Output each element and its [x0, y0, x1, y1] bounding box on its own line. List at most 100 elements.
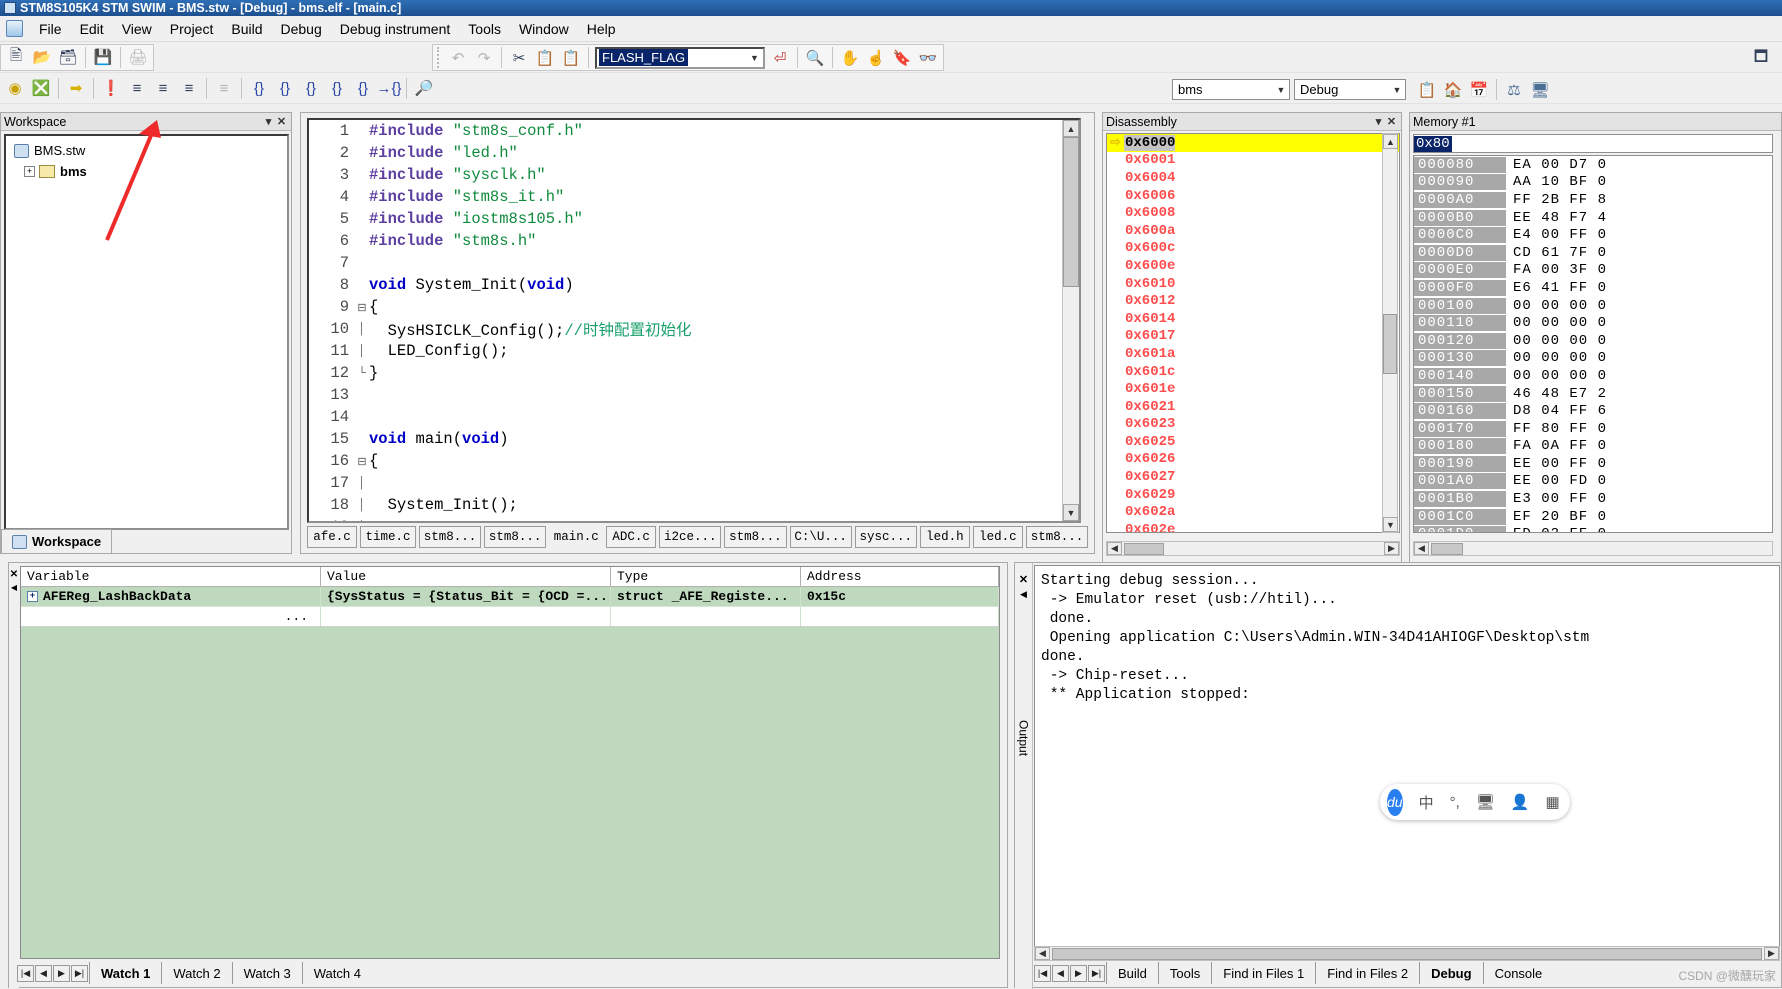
- code-line[interactable]: 5#include "iostm8s105.h": [309, 208, 1062, 230]
- column-header-value[interactable]: Value: [321, 567, 611, 586]
- memory-row[interactable]: 000090AA 10 BF 0: [1414, 174, 1772, 192]
- user-icon[interactable]: 👤: [1511, 793, 1530, 811]
- output-nav-button[interactable]: ▶: [1070, 965, 1087, 982]
- editor-tab[interactable]: stm8...: [484, 526, 546, 548]
- fold-marker-icon[interactable]: └: [355, 367, 369, 379]
- editor-vertical-scrollbar[interactable]: ▲ ▼: [1062, 120, 1079, 521]
- disassembly-row[interactable]: 0x6008c: [1107, 204, 1399, 222]
- toolbar-grip[interactable]: [437, 47, 441, 68]
- print-icon[interactable]: 🖨: [125, 45, 151, 70]
- code-lines[interactable]: 1#include "stm8s_conf.h"2#include "led.h…: [309, 120, 1062, 521]
- collapse-icon[interactable]: ◀: [1015, 589, 1032, 600]
- menu-debug-instrument[interactable]: Debug instrument: [331, 18, 460, 40]
- output-nav-button[interactable]: ▶|: [1088, 965, 1105, 982]
- workspace-icon[interactable]: 📋: [1414, 77, 1440, 102]
- find-next-icon[interactable]: ⏎: [767, 45, 793, 70]
- step-into-source-icon[interactable]: ≡: [150, 76, 176, 101]
- restart-icon[interactable]: {}: [350, 76, 376, 101]
- view-icon[interactable]: 👓: [915, 45, 941, 70]
- watch-nav-button[interactable]: ◀: [35, 965, 52, 982]
- find-combo[interactable]: FLASH_FLAG ▼: [595, 47, 765, 69]
- code-line[interactable]: 18│ System_Init();: [309, 494, 1062, 516]
- scroll-up-icon[interactable]: ▲: [1063, 120, 1079, 137]
- scroll-right-icon[interactable]: ▶: [1764, 947, 1779, 960]
- code-line[interactable]: 15void main(void): [309, 428, 1062, 450]
- memory-row[interactable]: 0001B0E3 00 FF 0: [1414, 490, 1772, 508]
- tools-icon[interactable]: ⚖: [1501, 77, 1527, 102]
- tab-workspace[interactable]: Workspace: [1, 529, 112, 553]
- watch-grid[interactable]: Variable Value Type Address +AFEReg_Lash…: [20, 566, 1000, 959]
- scrollbar-thumb[interactable]: [1383, 314, 1397, 374]
- watch-row-empty[interactable]: ...: [21, 607, 999, 627]
- output-tab[interactable]: Tools: [1158, 962, 1211, 984]
- code-line[interactable]: 4#include "stm8s_it.h": [309, 186, 1062, 208]
- menu-project[interactable]: Project: [161, 18, 223, 40]
- disassembly-row[interactable]: 0x6006c: [1107, 187, 1399, 205]
- editor-tab[interactable]: main.c: [549, 526, 603, 548]
- expand-icon[interactable]: +: [27, 591, 38, 602]
- chevron-down-icon[interactable]: ▼: [746, 53, 763, 63]
- disassembly-row[interactable]: 0x600cc: [1107, 240, 1399, 258]
- memory-row[interactable]: 000160D8 04 FF 6: [1414, 402, 1772, 420]
- memory-row[interactable]: 0001A0EE 00 FD 0: [1414, 473, 1772, 491]
- column-header-type[interactable]: Type: [611, 567, 801, 586]
- disassembly-row[interactable]: 0x6014c: [1107, 310, 1399, 328]
- undo-icon[interactable]: ↶: [445, 45, 471, 70]
- run-icon[interactable]: ➡: [63, 76, 89, 101]
- memory-row[interactable]: 0000A0FF 2B FF 8: [1414, 191, 1772, 209]
- editor-tab[interactable]: i2ce...: [659, 526, 721, 548]
- watch-nav-button[interactable]: ▶: [53, 965, 70, 982]
- memory-row[interactable]: 0000E0FA 00 3F 0: [1414, 262, 1772, 280]
- output-tab[interactable]: Debug: [1419, 962, 1482, 984]
- minimize-icon[interactable]: ▾: [262, 115, 275, 128]
- watch-nav-button[interactable]: ▶|: [71, 965, 88, 982]
- memory-row[interactable]: 00012000 00 00 0: [1414, 332, 1772, 350]
- menu-debug[interactable]: Debug: [272, 18, 331, 40]
- scroll-down-icon[interactable]: ▼: [1063, 504, 1079, 521]
- fold-marker-icon[interactable]: │: [355, 477, 369, 489]
- open-file-icon[interactable]: 📂: [29, 45, 55, 70]
- memory-hex-dump[interactable]: 000080EA 00 D7 0000090AA 10 BF 00000A0FF…: [1413, 155, 1773, 533]
- scrollbar-thumb[interactable]: [1052, 948, 1762, 960]
- scroll-left-icon[interactable]: ◀: [1107, 542, 1122, 555]
- scrollbar-thumb[interactable]: [1124, 543, 1164, 555]
- memory-address-input[interactable]: 0x80: [1413, 134, 1773, 153]
- memory-row[interactable]: 000170FF 80 FF 0: [1414, 420, 1772, 438]
- memory-row[interactable]: 0000F0E6 41 FF 0: [1414, 279, 1772, 297]
- fold-marker-icon[interactable]: ⊟: [355, 301, 369, 314]
- editor-tab[interactable]: stm8...: [419, 526, 481, 548]
- editor-tab[interactable]: led.h: [920, 526, 970, 548]
- code-line[interactable]: 10│ SysHSICLK_Config();//时钟配置初始化: [309, 318, 1062, 340]
- editor-tab[interactable]: ADC.c: [606, 526, 656, 548]
- memory-horizontal-scrollbar[interactable]: ◀: [1413, 541, 1773, 556]
- minimize-icon[interactable]: ▾: [1372, 115, 1385, 128]
- watch-tab[interactable]: Watch 4: [302, 962, 372, 984]
- paste-icon[interactable]: 📋: [558, 45, 584, 70]
- code-line[interactable]: 2#include "led.h": [309, 142, 1062, 164]
- watch-tab[interactable]: Watch 2: [161, 962, 231, 984]
- disassembly-row[interactable]: 0x600ec: [1107, 257, 1399, 275]
- report-icon[interactable]: 🏠: [1440, 77, 1466, 102]
- fold-marker-icon[interactable]: │: [355, 345, 369, 357]
- memory-row[interactable]: 000180FA 0A FF 0: [1414, 438, 1772, 456]
- output-tab[interactable]: Build: [1106, 962, 1158, 984]
- memory-row[interactable]: 000080EA 00 D7 0: [1414, 156, 1772, 174]
- open-workspace-icon[interactable]: 🗃: [55, 45, 81, 70]
- tree-item-workspace[interactable]: BMS.stw: [6, 140, 287, 161]
- step-into-icon[interactable]: {}: [246, 76, 272, 101]
- disassembly-row[interactable]: 0x600ac: [1107, 222, 1399, 240]
- code-line[interactable]: 1#include "stm8s_conf.h": [309, 120, 1062, 142]
- hand-icon[interactable]: ✋: [837, 45, 863, 70]
- menu-view[interactable]: View: [113, 18, 161, 40]
- close-icon[interactable]: ✕: [1015, 573, 1032, 586]
- memory-row[interactable]: 00011000 00 00 0: [1414, 314, 1772, 332]
- ime-logo-icon[interactable]: du: [1387, 789, 1403, 816]
- output-horizontal-scrollbar[interactable]: ◀ ▶: [1034, 946, 1780, 961]
- disassembly-row[interactable]: 0x601ec: [1107, 380, 1399, 398]
- save-icon[interactable]: 💾: [90, 45, 116, 70]
- code-line[interactable]: 17│: [309, 472, 1062, 494]
- editor-tab[interactable]: afe.c: [307, 526, 357, 548]
- watch-row[interactable]: +AFEReg_LashBackData {SysStatus = {Statu…: [21, 587, 999, 607]
- swim-icon[interactable]: 🔎: [411, 76, 437, 101]
- monitor-icon[interactable]: 🖥: [1476, 793, 1495, 811]
